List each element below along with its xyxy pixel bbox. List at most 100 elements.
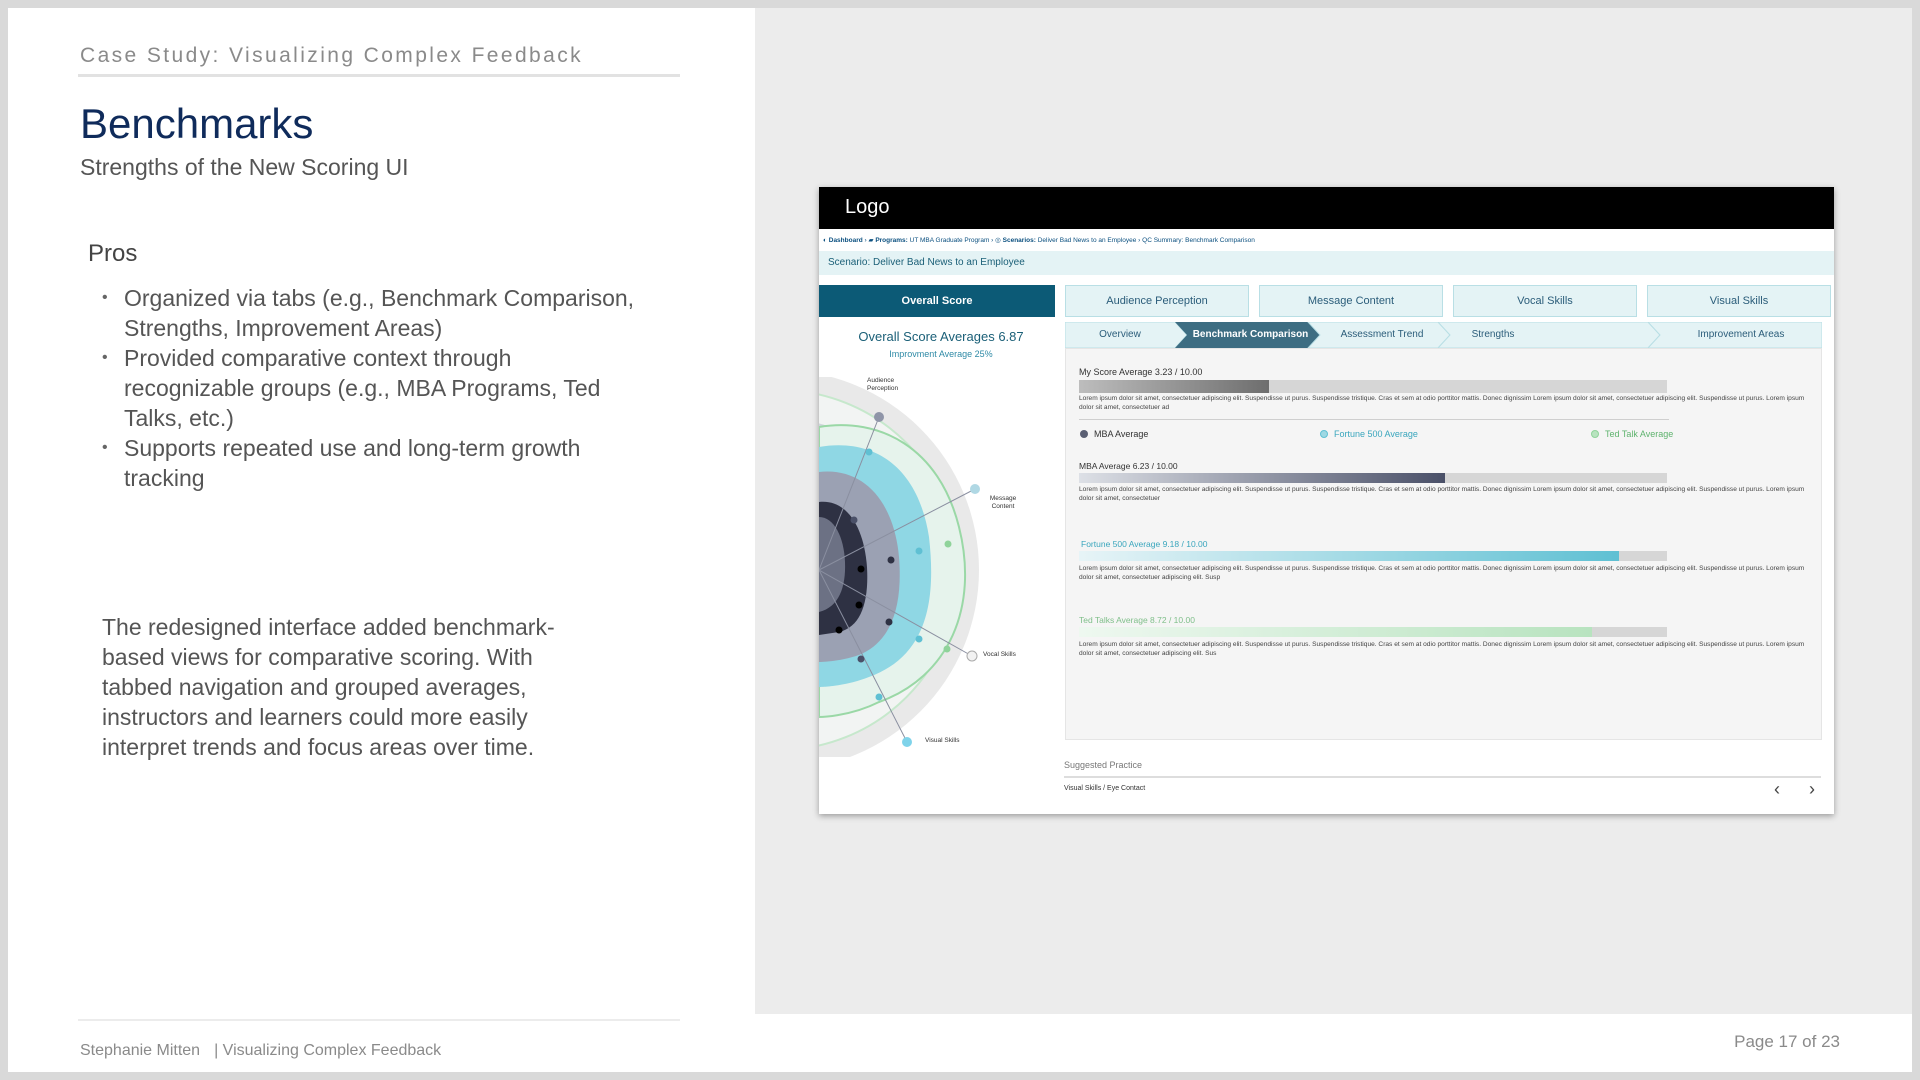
tab-benchmark-comparison[interactable]: Benchmark Comparison xyxy=(1175,322,1320,348)
pros-list: Organized via tabs (e.g., Benchmark Comp… xyxy=(96,283,636,493)
legend-fortune: Fortune 500 Average xyxy=(1320,429,1418,439)
breadcrumb-scenarios-label: Scenarios: xyxy=(1002,237,1036,244)
footer: Stephanie Mitten | Visualizing Complex Fe… xyxy=(80,1042,441,1060)
chevron-left-icon[interactable]: ‹ xyxy=(1774,779,1780,800)
breadcrumb-summary[interactable]: QC Summary: Benchmark Comparison xyxy=(1142,237,1255,244)
footer-project: | Visualizing Complex Feedback xyxy=(214,1042,442,1059)
tab-vocal-skills[interactable]: Vocal Skills xyxy=(1453,285,1637,317)
fortune-average-label: Fortune 500 Average 9.18 / 10.00 xyxy=(1081,539,1208,549)
radar-point[interactable] xyxy=(970,484,980,494)
ui-mockup: Logo ◐ Dashboard › ▰ Programs: UT MBA Gr… xyxy=(819,187,1834,814)
tab-assessment-trend[interactable]: Assessment Trend xyxy=(1307,322,1451,348)
summary-paragraph: The redesigned interface added benchmark… xyxy=(102,614,555,760)
radar-label-vocal: Vocal Skills xyxy=(983,651,1016,658)
tab-overall-score[interactable]: Overall Score xyxy=(819,285,1055,317)
fortune-description: Lorem ipsum dolor sit amet, consectetuer… xyxy=(1079,565,1805,581)
pros-heading: Pros xyxy=(88,240,138,267)
fortune-fill xyxy=(1079,551,1619,561)
score-tabs: Overall Score Audience Perception Messag… xyxy=(819,285,1834,317)
breadcrumb-programs-label: Programs: xyxy=(875,237,908,244)
eyebrow: Case Study: Visualizing Complex Feedback xyxy=(80,44,583,67)
chevron-right-icon: › xyxy=(864,237,867,244)
sub-tabs: Overview Benchmark Comparison Assessment… xyxy=(1065,322,1822,348)
breadcrumb-scenarios[interactable]: Deliver Bad News to an Employee xyxy=(1038,237,1137,244)
radar-point xyxy=(850,516,858,524)
radar-point[interactable] xyxy=(966,650,978,662)
logo: Logo xyxy=(845,196,890,218)
tab-assessment-label: Assessment Trend xyxy=(1340,329,1424,340)
radar-point xyxy=(857,655,865,663)
mba-average-label: MBA Average 6.23 / 10.00 xyxy=(1079,461,1178,471)
legend-dot xyxy=(1320,430,1328,438)
radar-point xyxy=(887,556,895,564)
divider xyxy=(1064,776,1821,778)
radar-chart: Audience Perception Message Content Voca… xyxy=(819,377,1017,757)
legend-ted: Ted Talk Average xyxy=(1591,429,1673,439)
radar-point[interactable] xyxy=(902,737,912,747)
breadcrumb-programs[interactable]: UT MBA Graduate Program xyxy=(910,237,990,244)
radar-point xyxy=(885,618,893,626)
chevron-right-icon[interactable]: › xyxy=(1809,779,1815,800)
tab-improvement-label: Improvement Areas xyxy=(1697,329,1785,340)
radar-point xyxy=(855,601,863,609)
ted-description: Lorem ipsum dolor sit amet, consectetuer… xyxy=(1079,641,1805,657)
radar-point xyxy=(857,565,865,573)
my-score-description: Lorem ipsum dolor sit amet, consectetuer… xyxy=(1079,395,1805,411)
tab-strengths-label: Strengths xyxy=(1471,329,1515,340)
scenario-bar: Scenario: Deliver Bad News to an Employe… xyxy=(819,251,1834,275)
legend-dot xyxy=(1080,430,1088,438)
pros-item: Supports repeated use and long-term grow… xyxy=(96,433,636,493)
radar-point xyxy=(915,547,923,555)
breadcrumb-dashboard[interactable]: Dashboard xyxy=(829,237,863,244)
page-subtitle: Strengths of the New Scoring UI xyxy=(80,154,409,180)
my-score-fill xyxy=(1079,380,1269,393)
radar-point xyxy=(835,626,843,634)
overall-score-title: Overall Score Averages 6.87 xyxy=(858,329,1024,344)
radar-label-message: Message Content xyxy=(989,495,1017,510)
legend-mba-label: MBA Average xyxy=(1094,429,1149,439)
tab-benchmark-label: Benchmark Comparison xyxy=(1192,329,1309,340)
pros-item: Provided comparative context through rec… xyxy=(96,343,636,433)
mba-fill xyxy=(1079,473,1446,483)
divider xyxy=(78,1019,680,1021)
radar-point[interactable] xyxy=(874,412,884,422)
mba-bar xyxy=(1079,473,1667,483)
benchmark-panel: My Score Average 3.23 / 10.00 Lorem ipsu… xyxy=(1065,348,1822,740)
radar-point xyxy=(865,448,873,456)
legend-mba: MBA Average xyxy=(1080,429,1148,439)
radar-point xyxy=(944,540,952,548)
footer-author: Stephanie Mitten xyxy=(80,1042,201,1059)
legend-fortune-label: Fortune 500 Average xyxy=(1334,429,1418,439)
suggested-practice-item[interactable]: Visual Skills / Eye Contact xyxy=(1064,785,1145,792)
tab-overview-label: Overview xyxy=(1099,329,1141,340)
tab-strengths[interactable]: Strengths xyxy=(1437,322,1661,348)
chevron-right-icon: › xyxy=(1138,237,1141,244)
fortune-bar xyxy=(1079,551,1667,561)
tab-message-content[interactable]: Message Content xyxy=(1259,285,1443,317)
tab-overview[interactable]: Overview xyxy=(1065,322,1188,348)
radar-rings xyxy=(819,377,979,757)
suggested-practice-label: Suggested Practice xyxy=(1064,760,1143,770)
chevron-right-icon: › xyxy=(991,237,994,244)
divider xyxy=(78,74,680,77)
my-score-bar xyxy=(1079,380,1667,393)
target-icon: ◎ xyxy=(995,237,1001,244)
radar-point xyxy=(915,635,923,643)
radar-label-visual: Visual Skills xyxy=(925,737,960,744)
home-icon: ◐ xyxy=(823,237,827,244)
top-bar: Logo xyxy=(819,187,1834,229)
radar-point xyxy=(875,693,883,701)
page-title: Benchmarks xyxy=(80,100,314,147)
legend-dot xyxy=(1591,430,1599,438)
mba-description: Lorem ipsum dolor sit amet, consectetuer… xyxy=(1079,486,1805,502)
folder-icon: ▰ xyxy=(868,237,874,244)
page-number: Page 17 of 23 xyxy=(1734,1032,1840,1051)
pros-item: Organized via tabs (e.g., Benchmark Comp… xyxy=(96,283,636,343)
tab-visual-skills[interactable]: Visual Skills xyxy=(1647,285,1831,317)
my-score-label: My Score Average 3.23 / 10.00 xyxy=(1079,367,1203,377)
tab-improvement-areas[interactable]: Improvement Areas xyxy=(1647,322,1822,348)
breadcrumb: ◐ Dashboard › ▰ Programs: UT MBA Graduat… xyxy=(823,236,1255,244)
tab-audience-perception[interactable]: Audience Perception xyxy=(1065,285,1249,317)
improvement-average: Improvment Average 25% xyxy=(889,349,993,359)
radar-label-audience: Audience Perception xyxy=(867,377,899,392)
